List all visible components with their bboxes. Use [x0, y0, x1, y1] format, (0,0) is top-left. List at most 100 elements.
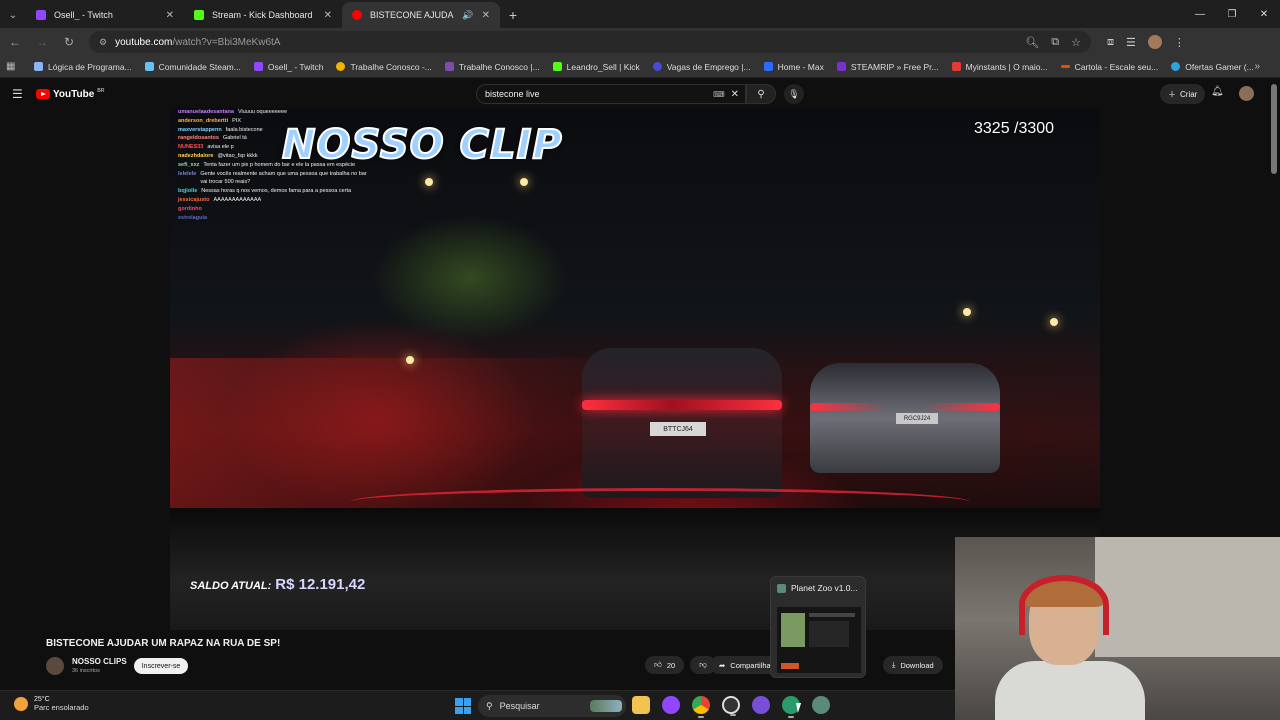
tab-youtube[interactable]: BISTECONE AJUDAR UM R 🔊 ✕: [342, 2, 500, 28]
planet-zoo-icon[interactable]: [812, 696, 830, 714]
steam-icon: [144, 62, 154, 71]
window-controls: — ❐ ✕: [1184, 0, 1280, 28]
video-title: BISTECONE AJUDAR UM RAPAZ NA RUA DE SP!: [46, 638, 281, 649]
windows-start-icon[interactable]: [455, 698, 471, 714]
chrome-icon[interactable]: [692, 696, 710, 718]
tab-twitch[interactable]: Osell_ - Twitch ✕: [26, 2, 184, 28]
myinstants-icon: [951, 62, 961, 71]
weather-widget[interactable]: 25°C Parc ensolarado: [14, 696, 89, 712]
speaker-icon[interactable]: 🔊: [462, 10, 473, 21]
download-button[interactable]: ⤓ Download: [883, 656, 943, 674]
bookmark-item[interactable]: Ofertas Gamer (...: [1171, 62, 1254, 72]
thumbs-down-icon: 👎︎: [699, 660, 707, 669]
tab-strip: ⌄ Osell_ - Twitch ✕ Stream - Kick Dashbo…: [0, 0, 1280, 28]
menu-icon[interactable]: ☰: [12, 87, 26, 101]
page-scrollbar[interactable]: [1271, 84, 1277, 174]
clip-title-overlay: NOSSO CLIP: [281, 121, 563, 169]
street-light: [406, 356, 414, 364]
license-plate: RGC9J24: [896, 413, 938, 424]
bookmark-item[interactable]: Myinstants | O maio...: [951, 62, 1048, 72]
file-explorer-icon[interactable]: [632, 696, 650, 714]
close-icon[interactable]: ✕: [482, 10, 490, 21]
address-bar-row: ← → ↻ ⚙ youtube.com/watch?v=Bbi3MeKw6tA …: [0, 28, 1280, 56]
extensions-icon[interactable]: ⧈: [1107, 36, 1114, 49]
weather-description: Parc ensolarado: [34, 703, 89, 712]
windows-taskbar: 25°C Parc ensolarado ⚲ Pesquisar: [0, 690, 955, 720]
channel-avatar[interactable]: [46, 657, 64, 675]
minimize-icon[interactable]: —: [1184, 0, 1216, 28]
clear-search-icon[interactable]: ✕: [731, 89, 739, 100]
close-icon[interactable]: ✕: [324, 10, 332, 21]
bookmark-item[interactable]: Leandro_Sell | Kick: [552, 62, 640, 72]
bookmark-item[interactable]: Lógica de Programa...: [34, 62, 132, 72]
bookmark-icon: [444, 62, 454, 71]
apps-grid-icon[interactable]: ▦: [6, 61, 20, 72]
bookmark-item[interactable]: STEAMRIP » Free Pr...: [836, 62, 939, 72]
zoom-icon[interactable]: 🔍︎: [1025, 36, 1039, 49]
kick-icon: [194, 10, 204, 20]
search-input[interactable]: bistecone live ⌨ ✕: [476, 84, 746, 104]
search-button[interactable]: ⚲: [746, 84, 776, 104]
subscriber-count: 36 inscritos: [72, 668, 100, 674]
bookmark-item[interactable]: Cartola - Escale seu...: [1060, 62, 1158, 72]
new-tab-button[interactable]: +: [500, 2, 526, 28]
browser-menu-icon[interactable]: ⋮: [1174, 36, 1185, 49]
reading-list-icon[interactable]: ☰: [1126, 36, 1136, 49]
bookmark-item[interactable]: Comunidade Steam...: [144, 62, 241, 72]
plus-icon: ＋: [1168, 89, 1176, 99]
discord-icon[interactable]: [752, 696, 770, 714]
maximize-icon[interactable]: ❐: [1216, 0, 1248, 28]
car-right: RGC9J24: [810, 363, 1000, 473]
bookmark-item[interactable]: Trabalhe Conosco -...: [336, 62, 432, 72]
twitch-icon: [36, 10, 46, 20]
preview-title: Planet Zoo v1.0...: [777, 583, 858, 593]
bookmark-item[interactable]: Home - Max: [763, 62, 824, 72]
channel-name[interactable]: NOSSO CLIPS: [72, 657, 127, 666]
chat-message: bqjiolle Nessas horas q nos vemos, demos …: [178, 188, 352, 195]
back-icon[interactable]: ←: [3, 30, 27, 54]
bookmark-star-icon[interactable]: ☆: [1071, 36, 1081, 49]
tab-kick[interactable]: Stream - Kick Dashboard ✕: [184, 2, 342, 28]
profile-avatar[interactable]: [1147, 35, 1162, 49]
download-icon: ⤓: [892, 660, 896, 669]
twitch-app-icon[interactable]: [662, 696, 680, 714]
tab-label: BISTECONE AJUDAR UM R: [370, 10, 454, 20]
address-input[interactable]: ⚙ youtube.com/watch?v=Bbi3MeKw6tA 🔍︎ ⧉ ☆: [89, 31, 1091, 53]
account-avatar[interactable]: [1239, 86, 1254, 101]
search-icon: ⚲: [486, 700, 493, 711]
street-light: [425, 178, 433, 186]
subscribe-button[interactable]: Inscrever-se: [134, 658, 188, 674]
forward-icon[interactable]: →: [30, 30, 54, 54]
bookmark-item[interactable]: Osell_ - Twitch: [253, 62, 323, 72]
tab-label: Osell_ - Twitch: [54, 10, 113, 20]
search-value: bistecone live: [485, 89, 540, 99]
like-dislike-group: 👍︎ 20 👎︎: [645, 656, 716, 674]
close-window-icon[interactable]: ✕: [1248, 0, 1280, 28]
max-icon: [763, 62, 773, 71]
bookmark-icon: [652, 62, 662, 71]
mic-icon: 🎙︎: [788, 88, 800, 99]
reload-icon[interactable]: ↻: [57, 30, 81, 54]
bookmark-item[interactable]: Trabalhe Conosco |...: [444, 62, 540, 72]
taskbar-window-preview[interactable]: Planet Zoo v1.0...: [770, 576, 866, 678]
keyboard-icon[interactable]: ⌨: [713, 90, 725, 99]
steamrip-icon: [836, 62, 846, 71]
cast-icon[interactable]: ⧉: [1051, 36, 1059, 49]
voice-search-button[interactable]: 🎙︎: [784, 84, 804, 104]
more-bookmarks-icon[interactable]: »: [1254, 61, 1260, 72]
bookmark-item[interactable]: Vagas de Emprego |...: [652, 62, 751, 72]
like-button[interactable]: 👍︎ 20: [645, 656, 685, 674]
create-button[interactable]: ＋ Criar: [1160, 84, 1206, 104]
license-plate: BTTCJ64: [650, 422, 706, 436]
obs-icon[interactable]: [722, 696, 740, 716]
search-icon: ⚲: [757, 88, 765, 100]
tab-search-icon[interactable]: ⌄: [0, 2, 26, 28]
url-path: /watch?v=Bbi3MeKw6tA: [172, 36, 281, 48]
site-info-icon[interactable]: ⚙: [99, 37, 107, 48]
download-group: ⤓ Download: [883, 656, 943, 674]
street-light: [963, 308, 971, 316]
youtube-logo[interactable]: YouTube BR: [36, 88, 105, 100]
close-icon[interactable]: ✕: [166, 10, 174, 21]
notifications-bell-icon[interactable]: 🔔︎: [1211, 86, 1224, 97]
taskbar-search[interactable]: ⚲ Pesquisar: [478, 695, 626, 717]
